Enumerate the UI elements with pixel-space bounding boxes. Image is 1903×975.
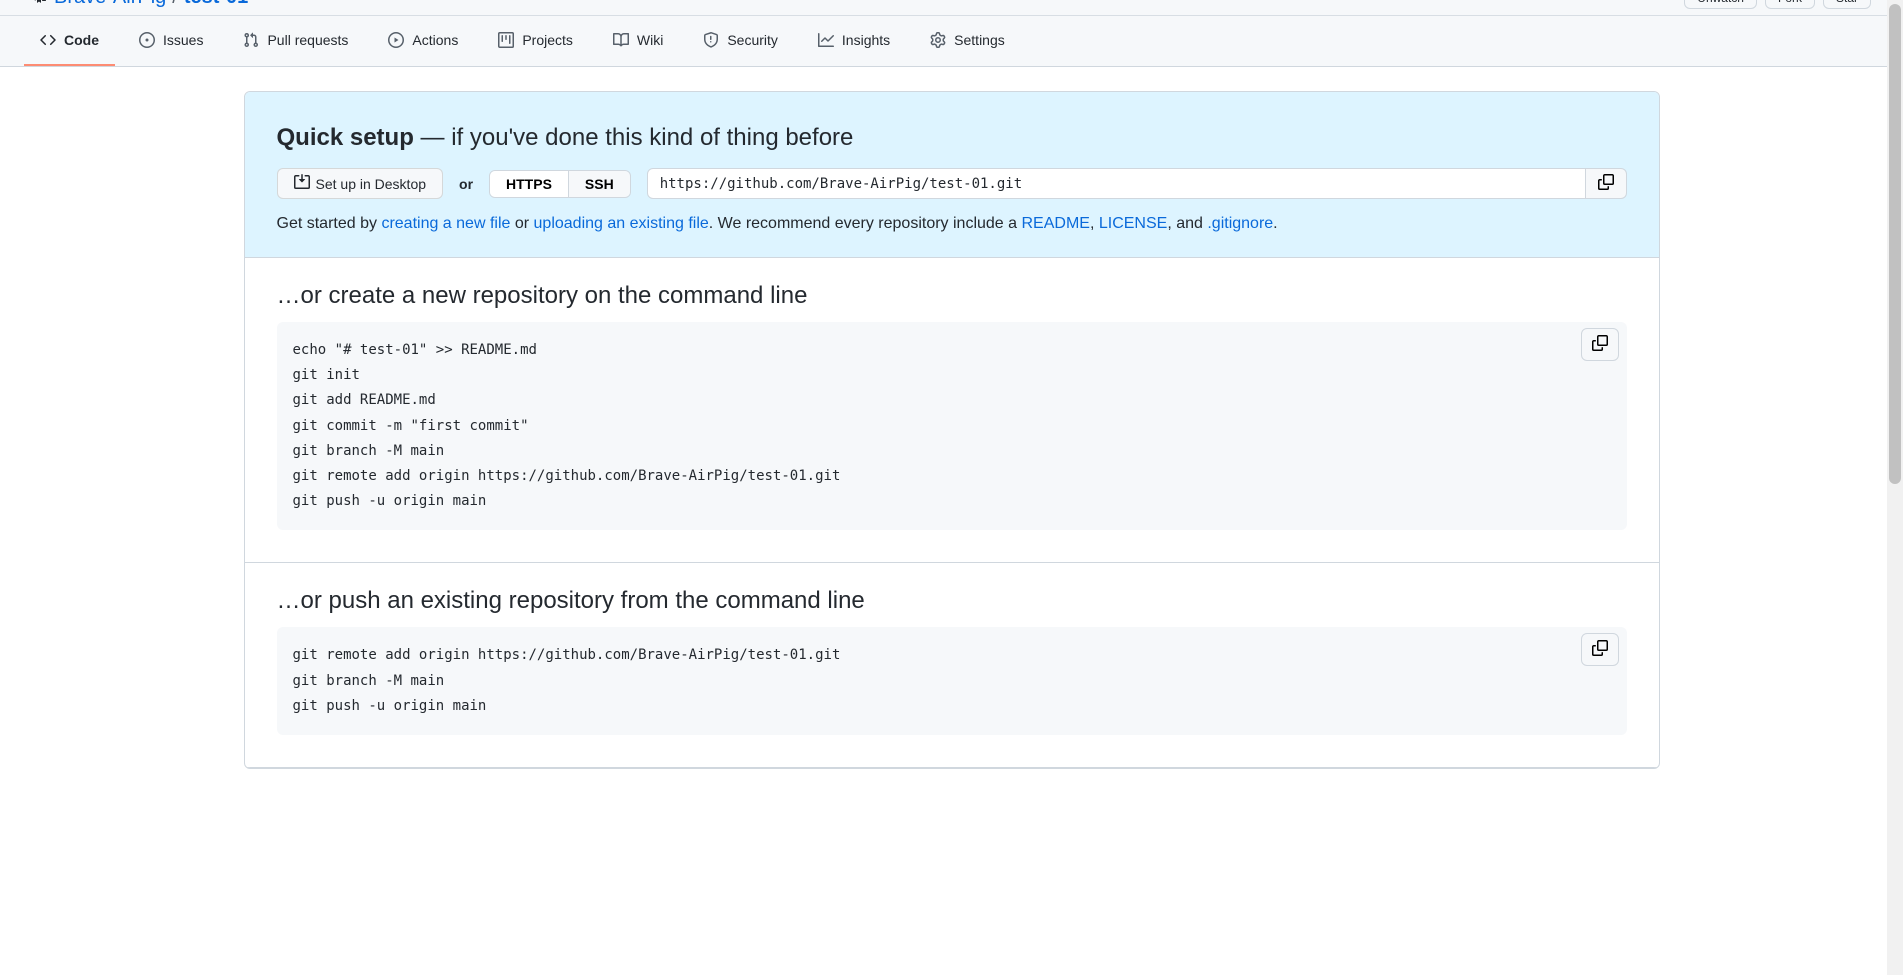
tab-insights[interactable]: Insights [802, 16, 906, 66]
quick-setup-heading: Quick setup — if you've done this kind o… [277, 124, 1627, 152]
tab-security[interactable]: Security [687, 16, 794, 66]
repo-icon [32, 0, 48, 9]
tab-label: Issues [163, 32, 203, 48]
create-code-block[interactable]: echo "# test-01" >> README.md git init g… [277, 322, 1627, 530]
project-icon [498, 32, 514, 48]
tab-issues[interactable]: Issues [123, 16, 219, 66]
push-code-block[interactable]: git remote add origin https://github.com… [277, 627, 1627, 735]
link-readme[interactable]: README [1022, 215, 1090, 232]
breadcrumb: Brave-AirPig / test-01 [32, 0, 248, 9]
setup-desktop-button[interactable]: Set up in Desktop [277, 168, 444, 199]
pull-request-icon [243, 32, 259, 48]
tab-label: Actions [412, 32, 458, 48]
protocol-toggle: HTTPS SSH [489, 170, 631, 198]
link-upload-file[interactable]: uploading an existing file [534, 215, 709, 232]
breadcrumb-repo[interactable]: test-01 [184, 0, 248, 9]
link-create-file[interactable]: creating a new file [381, 215, 510, 232]
breadcrumb-sep: / [172, 0, 178, 9]
link-license[interactable]: LICENSE [1099, 215, 1167, 232]
code-icon [40, 32, 56, 48]
scrollbar-track[interactable] [1887, 0, 1903, 975]
tab-label: Projects [522, 32, 573, 48]
ssh-toggle[interactable]: SSH [568, 171, 630, 197]
graph-icon [818, 32, 834, 48]
copy-icon [1598, 174, 1614, 193]
tab-label: Pull requests [267, 32, 348, 48]
tab-projects[interactable]: Projects [482, 16, 589, 66]
shield-icon [703, 32, 719, 48]
or-text: or [459, 176, 473, 192]
desktop-download-icon [294, 174, 310, 193]
https-toggle[interactable]: HTTPS [490, 171, 568, 197]
tab-label: Security [727, 32, 778, 48]
copy-create-commands-button[interactable] [1581, 328, 1619, 361]
star-button[interactable]: Star [1823, 0, 1871, 9]
issue-icon [139, 32, 155, 48]
copy-push-commands-button[interactable] [1581, 633, 1619, 666]
tab-actions[interactable]: Actions [372, 16, 474, 66]
quick-setup-panel: Quick setup — if you've done this kind o… [245, 92, 1659, 258]
copy-icon [1592, 335, 1608, 354]
fork-button[interactable]: Fork [1765, 0, 1815, 9]
section-heading: …or push an existing repository from the… [277, 587, 1627, 615]
tab-settings[interactable]: Settings [914, 16, 1021, 66]
tab-label: Insights [842, 32, 890, 48]
section-push-repo: …or push an existing repository from the… [245, 563, 1659, 768]
gear-icon [930, 32, 946, 48]
unwatch-button[interactable]: Unwatch [1684, 0, 1757, 9]
tab-label: Settings [954, 32, 1005, 48]
clone-url-input[interactable] [647, 168, 1586, 199]
tab-code[interactable]: Code [24, 16, 115, 66]
tab-label: Wiki [637, 32, 663, 48]
section-create-repo: …or create a new repository on the comma… [245, 258, 1659, 563]
play-icon [388, 32, 404, 48]
scrollbar-thumb[interactable] [1889, 4, 1901, 484]
tab-pull-requests[interactable]: Pull requests [227, 16, 364, 66]
tab-wiki[interactable]: Wiki [597, 16, 679, 66]
link-gitignore[interactable]: .gitignore [1207, 215, 1273, 232]
repo-tab-nav: Code Issues Pull requests Actions Projec… [0, 16, 1903, 66]
help-text: Get started by creating a new file or up… [277, 215, 1627, 233]
book-icon [613, 32, 629, 48]
tab-label: Code [64, 32, 99, 48]
copy-icon [1592, 640, 1608, 659]
section-heading: …or create a new repository on the comma… [277, 282, 1627, 310]
breadcrumb-owner[interactable]: Brave-AirPig [54, 0, 166, 9]
copy-url-button[interactable] [1586, 168, 1627, 199]
